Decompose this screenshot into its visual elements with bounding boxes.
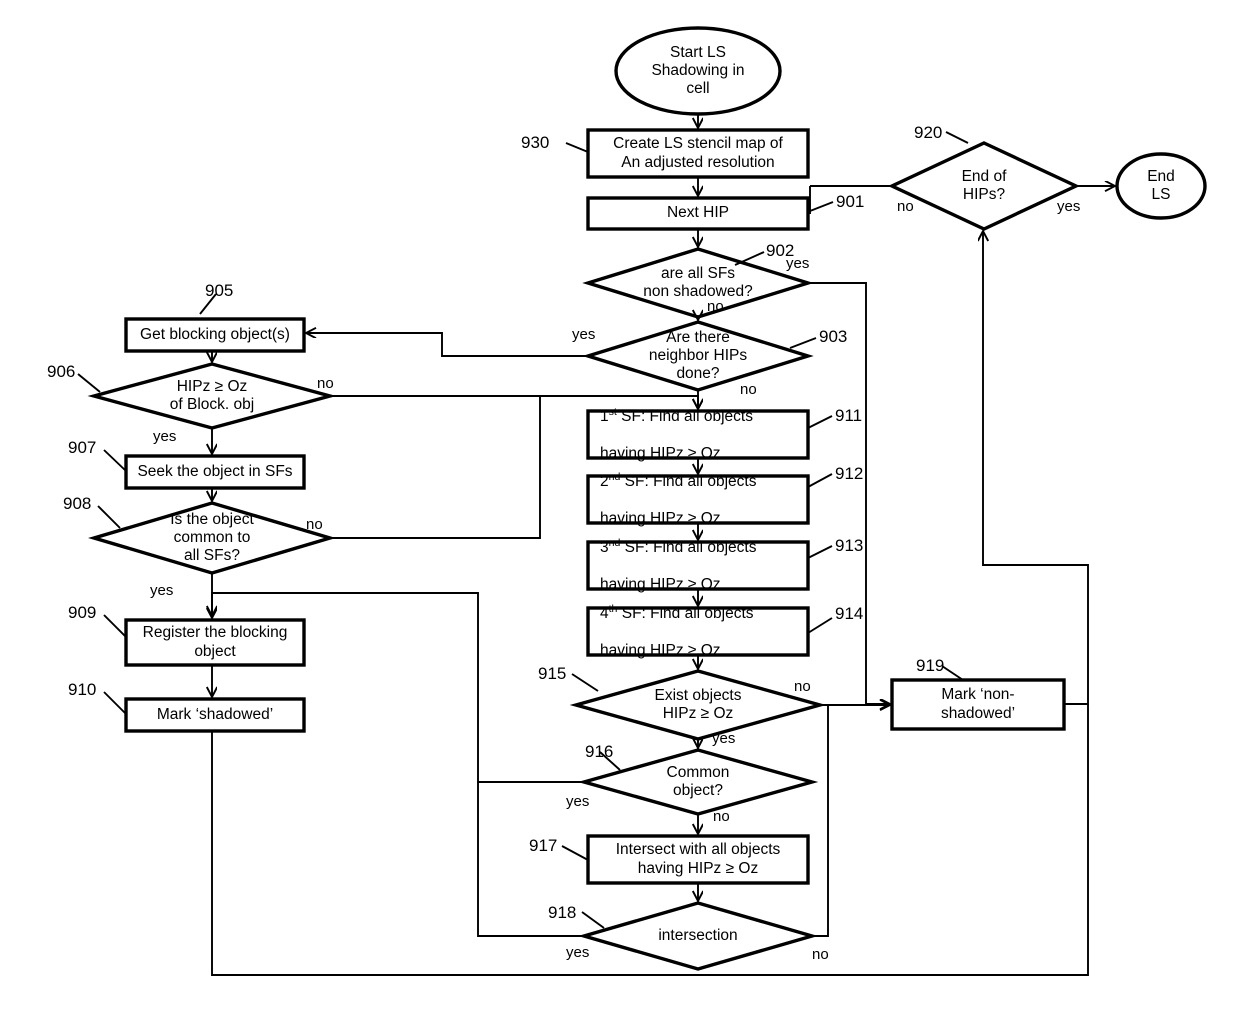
edge-label-902-yes: yes — [786, 255, 810, 272]
leader-901 — [809, 201, 834, 212]
leader-920 — [945, 131, 969, 144]
node-918-shape — [577, 901, 819, 971]
edge-label-908-no: no — [306, 516, 323, 533]
ref-number-930: 930 — [521, 133, 550, 152]
leader-917 — [561, 845, 589, 861]
ref-number-920: 920 — [914, 123, 943, 142]
leader-902 — [734, 251, 765, 266]
node-909-shape — [124, 618, 306, 667]
node-908-shape — [88, 501, 336, 575]
edge-919-to-920 — [983, 231, 1089, 705]
leader-907 — [103, 449, 127, 472]
edge-label-908-yes: yes — [150, 582, 174, 599]
edge-label-903-no: no — [740, 381, 757, 398]
node-901-shape — [586, 196, 810, 231]
edge-906-no-to-911 — [330, 395, 698, 409]
edge-908-no-up — [330, 396, 541, 539]
node-end-shape — [1115, 152, 1207, 220]
leader-906 — [77, 373, 101, 393]
node-913-shape — [586, 540, 810, 591]
node-907-shape — [124, 454, 306, 490]
node-917-shape — [586, 834, 810, 885]
edge-903-yes-to-905 — [306, 333, 588, 357]
edge-label-903-yes: yes — [572, 326, 596, 343]
edge-label-920-no: no — [897, 198, 914, 215]
leader-911 — [807, 415, 833, 429]
edge-label-906-yes: yes — [153, 428, 177, 445]
leader-919 — [941, 665, 964, 681]
ref-number-901: 901 — [836, 192, 865, 211]
ref-number-903: 903 — [819, 327, 848, 346]
leader-930 — [565, 142, 589, 153]
ref-number-906: 906 — [47, 362, 76, 381]
edge-label-916-yes: yes — [566, 793, 590, 810]
flowchart-canvas: Start LS Shadowing in cell Create LS ste… — [0, 0, 1240, 1028]
node-906-shape — [87, 362, 337, 430]
node-910-shape — [124, 697, 306, 733]
flowchart-connectors-layer — [77, 26, 1207, 976]
ref-number-913: 913 — [835, 536, 864, 555]
ref-number-911: 911 — [835, 406, 863, 425]
node-905-shape — [124, 317, 306, 353]
leader-912 — [807, 473, 833, 488]
edge-label-918-yes: yes — [566, 944, 590, 961]
leader-908 — [97, 505, 121, 529]
node-920-shape — [887, 141, 1081, 231]
ref-number-909: 909 — [68, 603, 97, 622]
edge-label-915-yes: yes — [712, 730, 736, 747]
ref-number-905: 905 — [205, 281, 234, 300]
edge-label-902-no: no — [707, 298, 724, 315]
node-911-shape — [586, 409, 810, 460]
edge-label-916-no: no — [713, 808, 730, 825]
edge-label-906-no: no — [317, 375, 334, 392]
leader-914 — [807, 617, 833, 634]
ref-number-907: 907 — [68, 438, 97, 457]
ref-number-914: 914 — [835, 604, 864, 623]
ref-number-919: 919 — [916, 656, 945, 675]
ref-number-912: 912 — [835, 464, 864, 483]
leader-913 — [807, 545, 833, 559]
ref-number-910: 910 — [68, 680, 97, 699]
leader-903 — [789, 337, 817, 349]
node-914-shape — [586, 606, 810, 657]
ref-number-915: 915 — [538, 664, 567, 683]
leader-918 — [581, 911, 605, 929]
node-916-shape — [577, 748, 819, 816]
node-919-shape — [890, 678, 1066, 731]
ref-number-908: 908 — [63, 494, 92, 513]
node-start-shape — [614, 26, 782, 116]
leader-910 — [103, 691, 127, 715]
edge-label-918-no: no — [812, 946, 829, 963]
node-930-shape — [586, 128, 810, 179]
leader-909 — [103, 614, 127, 638]
node-903-shape — [582, 320, 814, 392]
edge-918-no-up — [812, 705, 829, 937]
edge-label-915-no: no — [794, 678, 811, 695]
ref-number-918: 918 — [548, 903, 577, 922]
ref-number-916: 916 — [585, 742, 614, 761]
node-915-shape — [569, 669, 827, 741]
edge-label-920-yes: yes — [1057, 198, 1081, 215]
node-912-shape — [586, 474, 810, 525]
ref-number-917: 917 — [529, 836, 558, 855]
leader-915 — [571, 673, 599, 692]
